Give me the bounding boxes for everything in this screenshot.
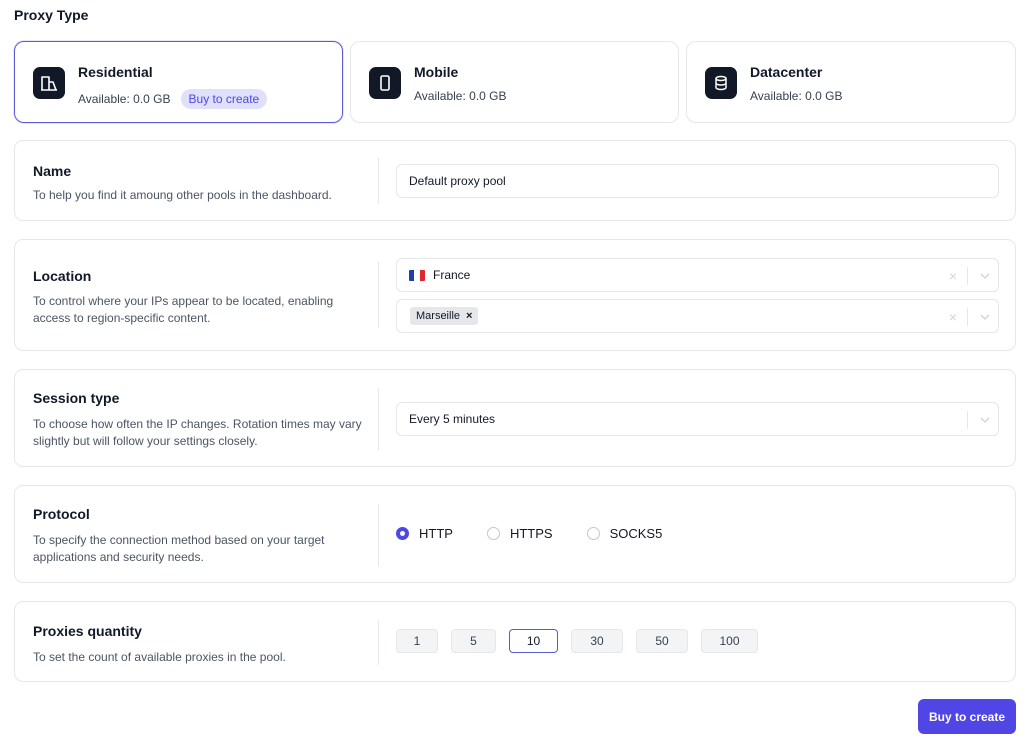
- location-description: To control where your IPs appear to be l…: [33, 294, 334, 325]
- buy-to-create-badge[interactable]: Buy to create: [180, 89, 268, 109]
- buy-to-create-button[interactable]: Buy to create: [918, 699, 1016, 734]
- quantity-option-50[interactable]: 50: [636, 629, 688, 653]
- quantity-option-10[interactable]: 10: [509, 629, 558, 653]
- quantity-option-1[interactable]: 1: [396, 629, 438, 653]
- protocol-option-label: HTTP: [419, 526, 453, 541]
- panel-divider: [378, 621, 379, 665]
- chevron-down-icon[interactable]: [972, 416, 998, 424]
- location-panel: Location To control where your IPs appea…: [14, 239, 1016, 351]
- panel-divider: [378, 388, 379, 450]
- chevron-down-icon[interactable]: [972, 272, 998, 280]
- session-title: Session type: [33, 390, 120, 406]
- session-panel: Session type To choose how often the IP …: [14, 369, 1016, 467]
- quantity-options: 1 5 10 30 50 100: [396, 629, 771, 653]
- residential-icon: [33, 67, 65, 99]
- quantity-title: Proxies quantity: [33, 623, 142, 639]
- proxy-type-residential[interactable]: Residential Available: 0.0 GB Buy to cre…: [14, 41, 343, 123]
- remove-chip-icon[interactable]: ×: [466, 310, 472, 322]
- proxy-type-name: Mobile: [414, 64, 459, 80]
- radio-unselected-icon: [586, 527, 600, 540]
- protocol-title: Protocol: [33, 506, 90, 522]
- quantity-panel: Proxies quantity To set the count of ava…: [14, 601, 1016, 682]
- session-description: To choose how often the IP changes. Rota…: [33, 417, 362, 448]
- protocol-option-https[interactable]: HTTPS: [486, 526, 553, 541]
- mobile-icon: [369, 67, 401, 99]
- radio-unselected-icon: [486, 527, 500, 540]
- radio-selected-icon: [396, 527, 409, 540]
- database-icon: [705, 67, 737, 99]
- clear-icon[interactable]: ×: [943, 309, 963, 325]
- proxy-type-availability: Available: 0.0 GB: [414, 89, 507, 103]
- quantity-option-5[interactable]: 5: [451, 629, 496, 653]
- availability-text: Available: 0.0 GB: [414, 89, 507, 103]
- session-type-select[interactable]: Every 5 minutes: [396, 402, 999, 436]
- city-select[interactable]: Marseille × ×: [396, 299, 999, 333]
- proxy-type-availability: Available: 0.0 GB: [750, 89, 843, 103]
- availability-text: Available: 0.0 GB: [78, 92, 171, 106]
- country-value: France: [433, 268, 471, 282]
- protocol-option-label: HTTPS: [509, 526, 553, 541]
- control-separator: [967, 308, 968, 326]
- availability-text: Available: 0.0 GB: [750, 89, 843, 103]
- location-title: Location: [33, 268, 92, 284]
- clear-icon[interactable]: ×: [943, 268, 963, 284]
- proxy-type-mobile[interactable]: Mobile Available: 0.0 GB: [350, 41, 679, 123]
- control-separator: [967, 411, 968, 429]
- protocol-option-socks5[interactable]: SOCKS5: [586, 526, 663, 541]
- select-controls: [963, 410, 998, 430]
- proxy-type-datacenter[interactable]: Datacenter Available: 0.0 GB: [686, 41, 1016, 123]
- panel-divider: [378, 262, 379, 328]
- pool-name-value: Default proxy pool: [409, 174, 506, 188]
- proxy-type-name: Residential: [78, 64, 153, 80]
- protocol-panel: Protocol To specify the connection metho…: [14, 485, 1016, 583]
- name-panel: Name To help you find it amoung other po…: [14, 140, 1016, 221]
- proxy-type-name: Datacenter: [750, 64, 823, 80]
- proxy-type-availability: Available: 0.0 GB Buy to create: [78, 89, 268, 109]
- city-chip: Marseille ×: [410, 307, 479, 325]
- chevron-down-icon[interactable]: [972, 313, 998, 321]
- protocol-description: To specify the connection method based o…: [33, 533, 325, 564]
- panel-divider: [378, 158, 379, 204]
- control-separator: [967, 267, 968, 285]
- country-select[interactable]: France ×: [396, 258, 999, 292]
- select-controls: ×: [943, 266, 998, 286]
- quantity-description: To set the count of available proxies in…: [33, 650, 286, 664]
- panel-divider: [378, 504, 379, 566]
- name-description: To help you find it amoung other pools i…: [33, 188, 332, 202]
- quantity-option-30[interactable]: 30: [571, 629, 623, 653]
- france-flag-icon: [409, 269, 425, 281]
- name-title: Name: [33, 163, 72, 179]
- city-chip-label: Marseille: [416, 310, 461, 322]
- protocol-option-http[interactable]: HTTP: [396, 526, 453, 541]
- quantity-option-100[interactable]: 100: [701, 629, 758, 653]
- protocol-option-label: SOCKS5: [609, 526, 663, 541]
- section-title: Proxy Type: [14, 7, 89, 23]
- session-type-value: Every 5 minutes: [409, 412, 496, 426]
- pool-name-input[interactable]: Default proxy pool: [396, 164, 999, 198]
- select-controls: ×: [943, 307, 998, 327]
- protocol-radio-group: HTTP HTTPS SOCKS5: [396, 526, 696, 541]
